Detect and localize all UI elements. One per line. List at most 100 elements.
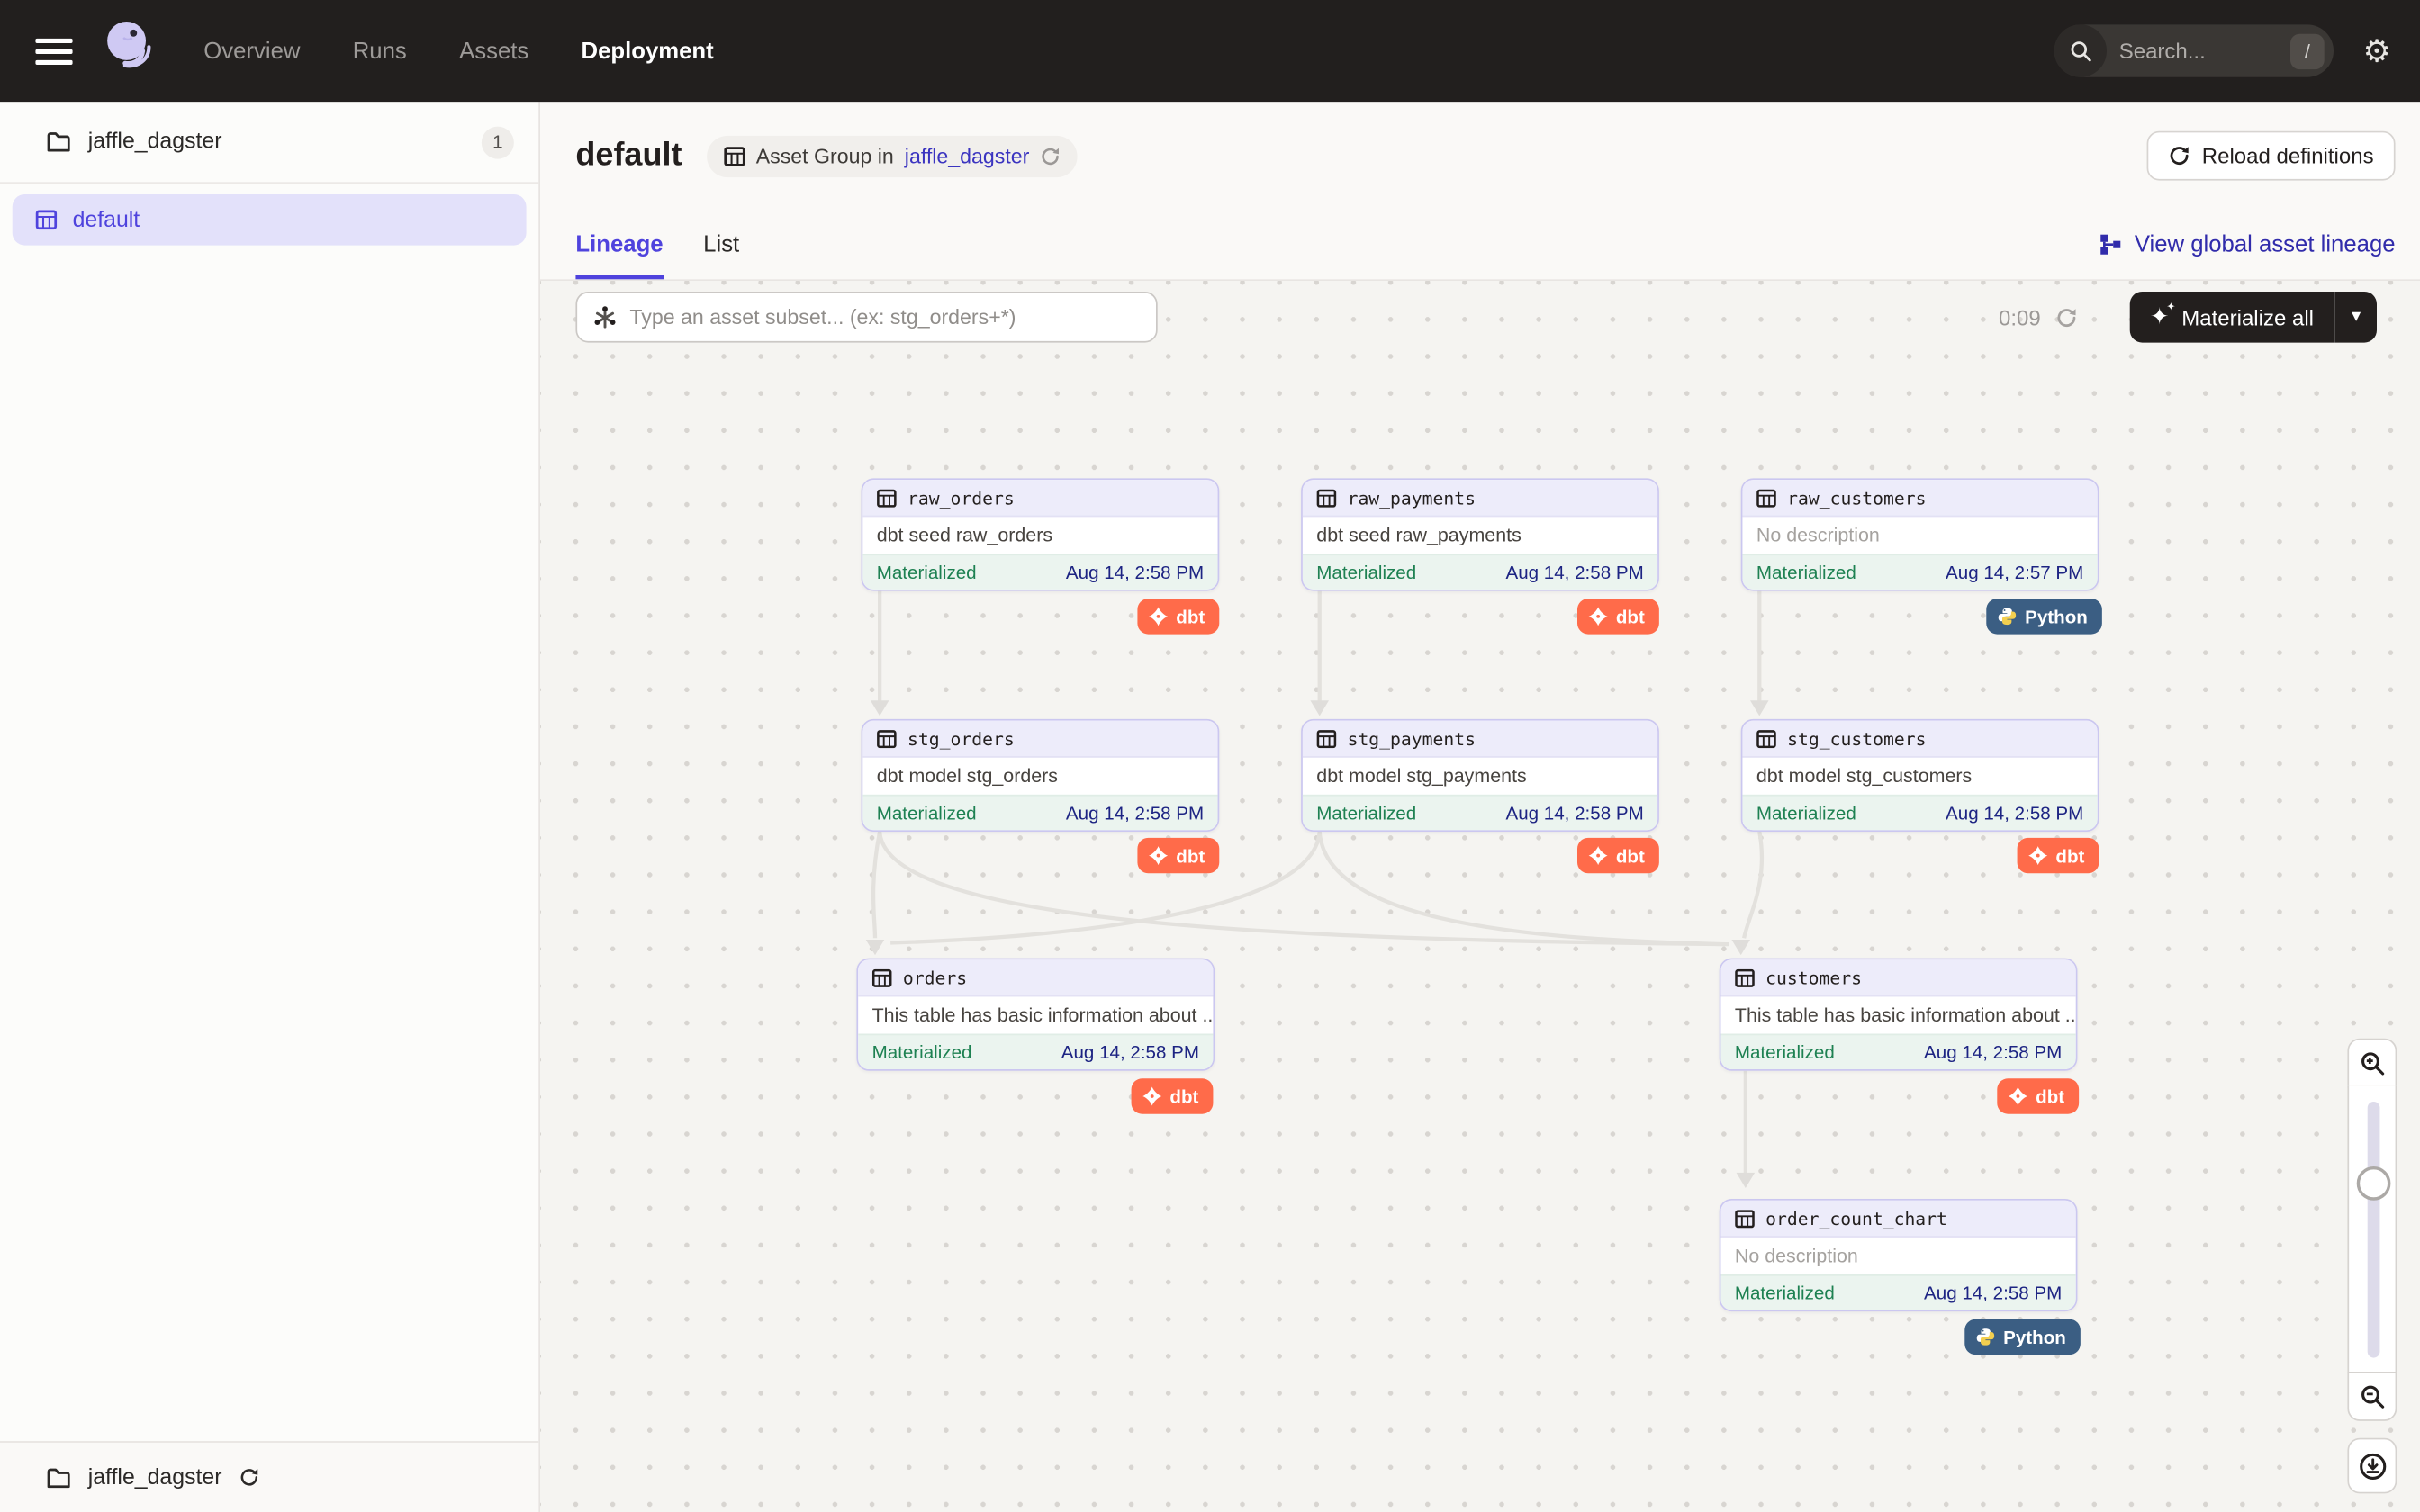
dbt-badge: dbt: [1997, 1078, 2078, 1113]
asset-timestamp[interactable]: Aug 14, 2:58 PM: [1066, 802, 1204, 824]
hamburger-menu-icon[interactable]: [35, 38, 72, 64]
asset-status: Materialized: [1316, 562, 1416, 583]
top-nav: Overview Runs Assets Deployment Search..…: [0, 0, 2420, 102]
badge-label: Python: [2003, 1326, 2066, 1347]
nav-right: Search... / ⚙: [2054, 24, 2420, 76]
asset-node-order-count-chart[interactable]: order_count_chart No description Materia…: [1720, 1199, 2078, 1311]
asset-subset-filter-input[interactable]: Type an asset subset... (ex: stg_orders+…: [575, 292, 1157, 343]
table-icon: [1316, 489, 1336, 508]
view-global-label: View global asset lineage: [2135, 230, 2396, 256]
group-pill-text: Asset Group in: [756, 144, 894, 167]
asset-name: raw_orders: [908, 487, 1015, 508]
badge-label: dbt: [2055, 845, 2084, 867]
asset-status: Materialized: [872, 1041, 972, 1063]
asset-status: Materialized: [1735, 1282, 1835, 1304]
dbt-logo-icon: [1588, 607, 1608, 626]
dbt-logo-icon: [1142, 1086, 1162, 1106]
asset-status: Materialized: [1735, 1041, 1835, 1063]
asset-description: dbt seed raw_payments: [1303, 517, 1657, 554]
asset-name: orders: [903, 967, 967, 988]
dagster-logo-icon[interactable]: [100, 17, 162, 85]
asset-timestamp[interactable]: Aug 14, 2:58 PM: [1946, 802, 2083, 824]
reload-definitions-button[interactable]: Reload definitions: [2146, 131, 2396, 181]
asset-node-stg-payments[interactable]: stg_payments dbt model stg_payments Mate…: [1301, 719, 1659, 832]
materialize-dropdown-caret[interactable]: ▼: [2335, 309, 2377, 326]
python-badge: Python: [1986, 598, 2101, 634]
group-pill-repo-link[interactable]: jaffle_dagster: [905, 144, 1030, 167]
repo-name: jaffle_dagster: [88, 130, 222, 154]
asset-node-raw-orders[interactable]: raw_orders dbt seed raw_orders Materiali…: [862, 478, 1220, 590]
filter-placeholder: Type an asset subset... (ex: stg_orders+…: [629, 305, 1016, 328]
tabs-row: Lineage List View global asset lineage: [575, 208, 2395, 279]
table-icon: [1735, 1209, 1755, 1228]
search-shortcut-key: /: [2290, 33, 2325, 68]
lineage-canvas[interactable]: [540, 279, 2420, 1512]
dbt-badge: dbt: [1137, 598, 1218, 634]
dbt-badge: dbt: [1137, 838, 1218, 873]
search-input[interactable]: Search... /: [2054, 24, 2334, 76]
page-title: default: [575, 138, 682, 175]
badge-label: dbt: [1616, 606, 1645, 627]
view-global-asset-lineage-link[interactable]: View global asset lineage: [2099, 230, 2395, 256]
main-header: default Asset Group in jaffle_dagster Re…: [540, 102, 2420, 279]
table-icon: [1735, 968, 1755, 987]
asset-node-customers[interactable]: customers This table has basic informati…: [1720, 958, 2078, 1071]
refresh-repo-icon[interactable]: [239, 1467, 258, 1487]
asset-timestamp[interactable]: Aug 14, 2:57 PM: [1946, 562, 2083, 583]
asset-timestamp[interactable]: Aug 14, 2:58 PM: [1924, 1041, 2062, 1063]
badge-label: dbt: [1616, 845, 1645, 867]
zoom-out-button[interactable]: [2347, 1372, 2397, 1421]
sidebar-item-label: default: [73, 208, 140, 232]
asset-node-raw-customers[interactable]: raw_customers No description Materialize…: [1741, 478, 2099, 590]
sidebar-repo-jaffle-dagster[interactable]: jaffle_dagster 1: [0, 102, 538, 184]
dagster-app: Overview Runs Assets Deployment Search..…: [0, 0, 2420, 1512]
footer-repo-name: jaffle_dagster: [88, 1465, 222, 1490]
asset-name: order_count_chart: [1765, 1207, 1947, 1228]
asset-name: raw_payments: [1348, 487, 1476, 508]
asset-node-orders[interactable]: orders This table has basic information …: [856, 958, 1215, 1071]
dbt-logo-icon: [1588, 845, 1608, 865]
sparkle-icon: ✦: [2150, 305, 2170, 328]
sidebar-item-default[interactable]: default: [13, 194, 527, 246]
tab-list[interactable]: List: [703, 208, 739, 279]
zoom-in-button[interactable]: [2347, 1039, 2397, 1088]
settings-gear-icon[interactable]: ⚙: [2334, 32, 2420, 70]
asset-group-pill: Asset Group in jaffle_dagster: [707, 135, 1078, 176]
search-placeholder: Search...: [2119, 39, 2290, 63]
nav-item-overview[interactable]: Overview: [203, 38, 300, 64]
nav-item-assets[interactable]: Assets: [459, 38, 528, 64]
nav-item-runs[interactable]: Runs: [353, 38, 407, 64]
asset-status: Materialized: [1756, 802, 1856, 824]
asset-description: dbt seed raw_orders: [862, 517, 1217, 554]
asset-timestamp[interactable]: Aug 14, 2:58 PM: [1924, 1282, 2062, 1304]
table-icon: [1316, 729, 1336, 748]
refresh-group-icon[interactable]: [1040, 146, 1060, 166]
asset-description: This table has basic information about .…: [858, 996, 1213, 1033]
asset-graph-filter-icon: [592, 305, 617, 329]
table-icon: [1756, 729, 1776, 748]
asset-timestamp[interactable]: Aug 14, 2:58 PM: [1505, 562, 1643, 583]
nav-item-deployment[interactable]: Deployment: [582, 38, 714, 64]
asset-description: dbt model stg_payments: [1303, 758, 1657, 795]
asset-node-stg-customers[interactable]: stg_customers dbt model stg_customers Ma…: [1741, 719, 2099, 832]
repo-count-badge: 1: [482, 126, 514, 158]
asset-node-stg-orders[interactable]: stg_orders dbt model stg_orders Material…: [862, 719, 1220, 832]
zoom-slider[interactable]: [2347, 1086, 2397, 1373]
dbt-badge: dbt: [1132, 1078, 1213, 1113]
asset-timestamp[interactable]: Aug 14, 2:58 PM: [1066, 562, 1204, 583]
table-icon: [724, 146, 745, 166]
asset-description: dbt model stg_orders: [862, 758, 1217, 795]
table-icon: [872, 968, 892, 987]
asset-timestamp[interactable]: Aug 14, 2:58 PM: [1505, 802, 1643, 824]
download-image-button[interactable]: [2347, 1438, 2397, 1494]
asset-node-raw-payments[interactable]: raw_payments dbt seed raw_payments Mater…: [1301, 478, 1659, 590]
lineage-icon: [2099, 232, 2122, 256]
materialize-all-button[interactable]: ✦ Materialize all ▼: [2130, 292, 2378, 343]
tab-lineage[interactable]: Lineage: [575, 208, 663, 279]
zoom-slider-track[interactable]: [2368, 1102, 2380, 1358]
zoom-slider-handle[interactable]: [2357, 1166, 2391, 1201]
asset-description: No description: [1720, 1238, 2075, 1274]
asset-timestamp[interactable]: Aug 14, 2:58 PM: [1061, 1041, 1199, 1063]
refresh-graph-icon[interactable]: [2056, 306, 2078, 328]
table-icon: [1756, 489, 1776, 508]
